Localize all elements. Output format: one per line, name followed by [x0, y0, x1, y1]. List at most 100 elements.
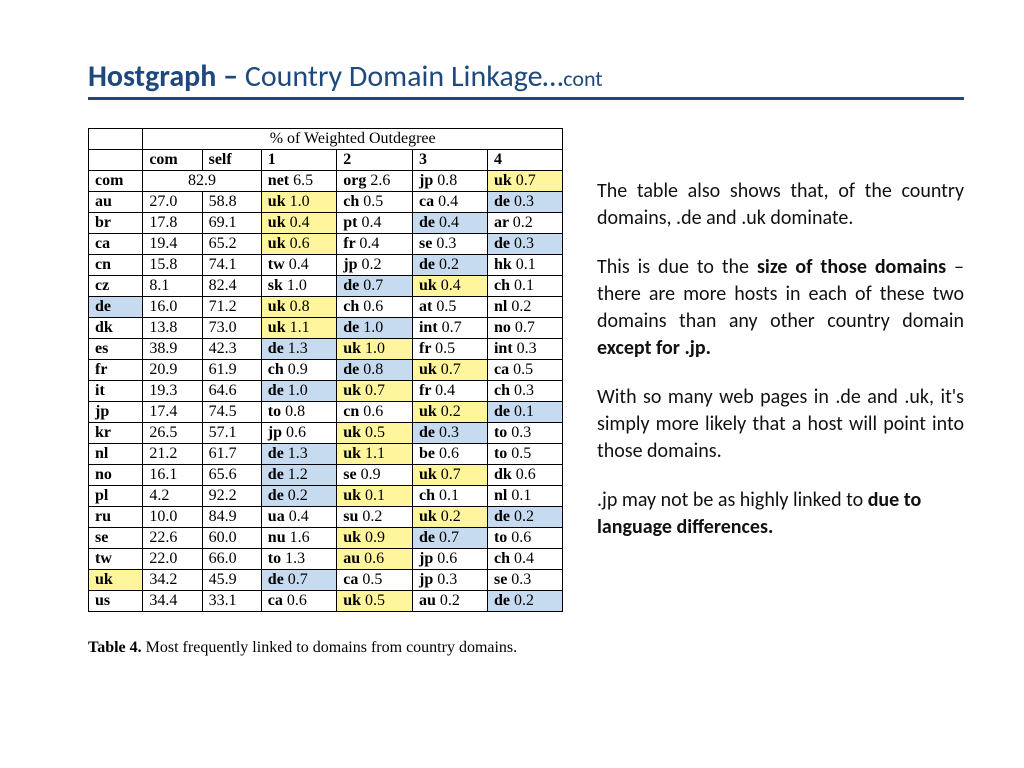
rank-cell: jp 0.6: [412, 549, 487, 570]
rank-cell: de 0.3: [412, 423, 487, 444]
cc-cell: ru: [89, 507, 143, 528]
rank-cell: uk 0.4: [412, 276, 487, 297]
rank-cell: se 0.3: [487, 570, 562, 591]
rank-cell: dk 0.6: [487, 465, 562, 486]
self-cell: 33.1: [202, 591, 261, 612]
com-cell: 34.4: [143, 591, 202, 612]
rank-cell: uk 0.4: [261, 213, 336, 234]
table-row: dk13.873.0uk 1.1de 1.0int 0.7no 0.7: [89, 318, 563, 339]
com-cell: 16.0: [143, 297, 202, 318]
table-row: ca19.465.2uk 0.6fr 0.4se 0.3de 0.3: [89, 234, 563, 255]
self-cell: 61.7: [202, 444, 261, 465]
rank-cell: nl 0.2: [487, 297, 562, 318]
para-3: With so many web pages in .de and .uk, i…: [597, 384, 964, 465]
self-cell: 82.9: [143, 171, 261, 192]
rank-cell: no 0.7: [487, 318, 562, 339]
rank-cell: to 0.5: [487, 444, 562, 465]
rank-cell: net 6.5: [261, 171, 336, 192]
caption-rest: Most frequently linked to domains from c…: [142, 639, 518, 656]
com-cell: 4.2: [143, 486, 202, 507]
rank-cell: ch 0.1: [412, 486, 487, 507]
com-cell: 19.4: [143, 234, 202, 255]
rank-cell: uk 0.9: [337, 528, 413, 549]
table-row: kr26.557.1jp 0.6uk 0.5de 0.3to 0.3: [89, 423, 563, 444]
slide: Hostgraph – Country Domain Linkage…cont …: [0, 0, 1024, 768]
com-cell: 38.9: [143, 339, 202, 360]
com-cell: 26.5: [143, 423, 202, 444]
table-row: pl4.292.2de 0.2uk 0.1ch 0.1nl 0.1: [89, 486, 563, 507]
rank-cell: uk 0.2: [412, 402, 487, 423]
para-2: This is due to the size of those domains…: [597, 254, 964, 362]
para-4: .jp may not be as highly linked to due t…: [597, 487, 964, 541]
rank-cell: uk 1.0: [261, 192, 336, 213]
table-row: ru10.084.9ua 0.4su 0.2uk 0.2de 0.2: [89, 507, 563, 528]
table-row: uk34.245.9de 0.7ca 0.5jp 0.3se 0.3: [89, 570, 563, 591]
rank-cell: fr 0.4: [412, 381, 487, 402]
table-row: au27.058.8uk 1.0ch 0.5ca 0.4de 0.3: [89, 192, 563, 213]
com-cell: 22.0: [143, 549, 202, 570]
self-cell: 74.5: [202, 402, 261, 423]
rank-cell: nl 0.1: [487, 486, 562, 507]
col-header: 4: [487, 150, 562, 171]
rank-cell: de 1.2: [261, 465, 336, 486]
self-cell: 66.0: [202, 549, 261, 570]
col-header: 2: [337, 150, 413, 171]
rank-cell: de 0.1: [487, 402, 562, 423]
self-cell: 45.9: [202, 570, 261, 591]
rank-cell: uk 0.2: [412, 507, 487, 528]
rank-cell: ch 0.3: [487, 381, 562, 402]
rank-cell: nu 1.6: [261, 528, 336, 549]
rank-cell: su 0.2: [337, 507, 413, 528]
table-header-row: comself1234: [89, 150, 563, 171]
rank-cell: de 1.0: [337, 318, 413, 339]
cc-cell: us: [89, 591, 143, 612]
self-cell: 65.6: [202, 465, 261, 486]
self-cell: 82.4: [202, 276, 261, 297]
blank-header: [89, 129, 143, 150]
table-row: es38.942.3de 1.3uk 1.0fr 0.5int 0.3: [89, 339, 563, 360]
rank-cell: au 0.6: [337, 549, 413, 570]
self-cell: 58.8: [202, 192, 261, 213]
rank-cell: uk 0.7: [412, 360, 487, 381]
table-row: no16.165.6de 1.2se 0.9uk 0.7dk 0.6: [89, 465, 563, 486]
com-cell: 8.1: [143, 276, 202, 297]
cc-cell: kr: [89, 423, 143, 444]
table-row: fr20.961.9ch 0.9de 0.8uk 0.7ca 0.5: [89, 360, 563, 381]
self-cell: 57.1: [202, 423, 261, 444]
rank-cell: tw 0.4: [261, 255, 336, 276]
rank-cell: to 0.6: [487, 528, 562, 549]
cc-cell: ca: [89, 234, 143, 255]
rank-cell: ca 0.5: [487, 360, 562, 381]
rank-cell: uk 1.1: [261, 318, 336, 339]
rank-cell: to 1.3: [261, 549, 336, 570]
cc-cell: cz: [89, 276, 143, 297]
rank-cell: de 0.8: [337, 360, 413, 381]
table-row: us34.433.1ca 0.6uk 0.5au 0.2de 0.2: [89, 591, 563, 612]
table-row: it19.364.6de 1.0uk 0.7fr 0.4ch 0.3: [89, 381, 563, 402]
para-1: The table also shows that, of the countr…: [597, 178, 964, 232]
col-header: [89, 150, 143, 171]
title-bold: Hostgraph –: [88, 58, 245, 95]
rank-cell: de 0.3: [487, 192, 562, 213]
cc-cell: de: [89, 297, 143, 318]
cc-cell: uk: [89, 570, 143, 591]
table-wrap: % of Weighted Outdegree comself1234 com8…: [88, 128, 563, 659]
com-cell: 27.0: [143, 192, 202, 213]
rank-cell: ca 0.4: [412, 192, 487, 213]
com-cell: 16.1: [143, 465, 202, 486]
cc-cell: jp: [89, 402, 143, 423]
rank-cell: uk 0.8: [261, 297, 336, 318]
rank-cell: to 0.3: [487, 423, 562, 444]
rank-cell: uk 0.5: [337, 591, 413, 612]
rank-cell: be 0.6: [412, 444, 487, 465]
self-cell: 65.2: [202, 234, 261, 255]
com-cell: 17.8: [143, 213, 202, 234]
cc-cell: nl: [89, 444, 143, 465]
rank-cell: to 0.8: [261, 402, 336, 423]
rank-cell: jp 0.6: [261, 423, 336, 444]
table-row: jp17.474.5to 0.8cn 0.6uk 0.2de 0.1: [89, 402, 563, 423]
rank-cell: uk 0.1: [337, 486, 413, 507]
rank-cell: ar 0.2: [487, 213, 562, 234]
self-cell: 92.2: [202, 486, 261, 507]
rank-cell: int 0.7: [412, 318, 487, 339]
